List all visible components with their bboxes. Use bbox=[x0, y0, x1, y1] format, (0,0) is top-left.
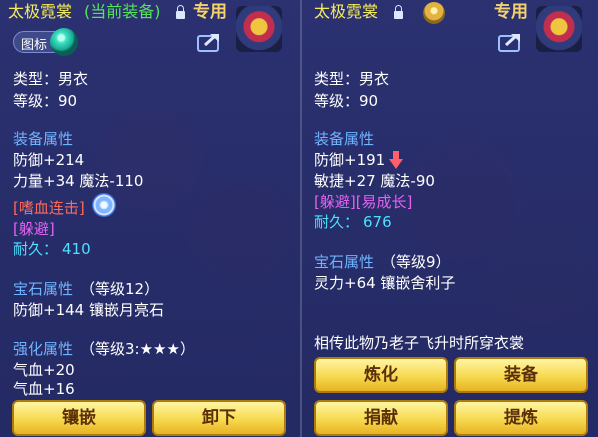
gem-attr-header: 宝石属性 bbox=[314, 253, 375, 271]
gem-attr-header: 宝石属性 bbox=[13, 280, 74, 298]
lock-icon bbox=[176, 5, 185, 19]
special-tag: [躲避] bbox=[13, 220, 55, 238]
icon-toggle-label: 图标 bbox=[21, 38, 48, 53]
skill-tag: [嗜血连击] bbox=[13, 199, 85, 217]
durability-value: 676 bbox=[363, 213, 392, 231]
enhance-line: 气血+16 bbox=[13, 380, 75, 398]
seal-icon bbox=[423, 2, 445, 24]
inlay-button[interactable]: 镶嵌 bbox=[12, 400, 146, 436]
equipped-status: (当前装备) bbox=[84, 2, 161, 21]
gem-level: （等级9） bbox=[381, 253, 451, 271]
extract-button[interactable]: 提炼 bbox=[454, 400, 588, 436]
avatar-icon bbox=[536, 6, 582, 52]
donate-button[interactable]: 捐献 bbox=[314, 400, 448, 436]
enhance-line: 气血+20 bbox=[13, 361, 75, 379]
equip-button[interactable]: 装备 bbox=[454, 357, 588, 393]
durability-label: 耐久： bbox=[314, 213, 360, 231]
level-line: 等级：90 bbox=[314, 92, 379, 110]
durability-label: 耐久： bbox=[13, 240, 59, 258]
share-icon[interactable] bbox=[197, 31, 223, 53]
equip-attr-header: 装备属性 bbox=[13, 130, 74, 148]
gem-orb-icon[interactable] bbox=[50, 28, 78, 56]
gem-level: （等级12） bbox=[80, 280, 160, 298]
share-icon[interactable] bbox=[498, 31, 524, 53]
gem-line: 防御+144 镶嵌月亮石 bbox=[13, 301, 164, 319]
type-line: 类型：男衣 bbox=[314, 70, 390, 88]
item-description: 相传此物乃老子飞升时所穿衣裳 bbox=[314, 334, 525, 352]
special-tag: [躲避][易成长] bbox=[314, 193, 413, 211]
attr-line: 敏捷+27 魔法-90 bbox=[314, 172, 435, 190]
type-line: 类型：男衣 bbox=[13, 70, 89, 88]
down-arrow-icon bbox=[389, 151, 403, 169]
swirl-icon bbox=[92, 193, 116, 217]
item-name: 太极霓裳 bbox=[314, 2, 379, 21]
compare-item-panel: 太极霓裳 专用 类型：男衣 等级：90 装备属性 防御+191 敏捷+27 魔法… bbox=[300, 0, 598, 437]
level-line: 等级：90 bbox=[13, 92, 78, 110]
item-name: 太极霓裳 bbox=[8, 2, 73, 21]
durability-value: 410 bbox=[62, 240, 91, 258]
exclusive-label: 专用 bbox=[193, 2, 227, 22]
refine-button[interactable]: 炼化 bbox=[314, 357, 448, 393]
attr-line: 力量+34 魔法-110 bbox=[13, 172, 144, 190]
attr-line: 防御+214 bbox=[13, 151, 85, 169]
avatar-icon bbox=[236, 6, 282, 52]
unequip-button[interactable]: 卸下 bbox=[152, 400, 286, 436]
lock-icon bbox=[394, 5, 403, 19]
gem-line: 灵力+64 镶嵌舍利子 bbox=[314, 274, 456, 292]
equip-attr-header: 装备属性 bbox=[314, 130, 375, 148]
equipped-item-panel: 太极霓裳 (当前装备) 专用 图标 类型：男衣 等级：90 装备属性 防御+21… bbox=[0, 0, 300, 437]
enhance-level: （等级3:★★★） bbox=[80, 340, 195, 358]
exclusive-label: 专用 bbox=[494, 2, 528, 22]
attr-line: 防御+191 bbox=[314, 151, 386, 169]
enhance-attr-header: 强化属性 bbox=[13, 340, 74, 358]
